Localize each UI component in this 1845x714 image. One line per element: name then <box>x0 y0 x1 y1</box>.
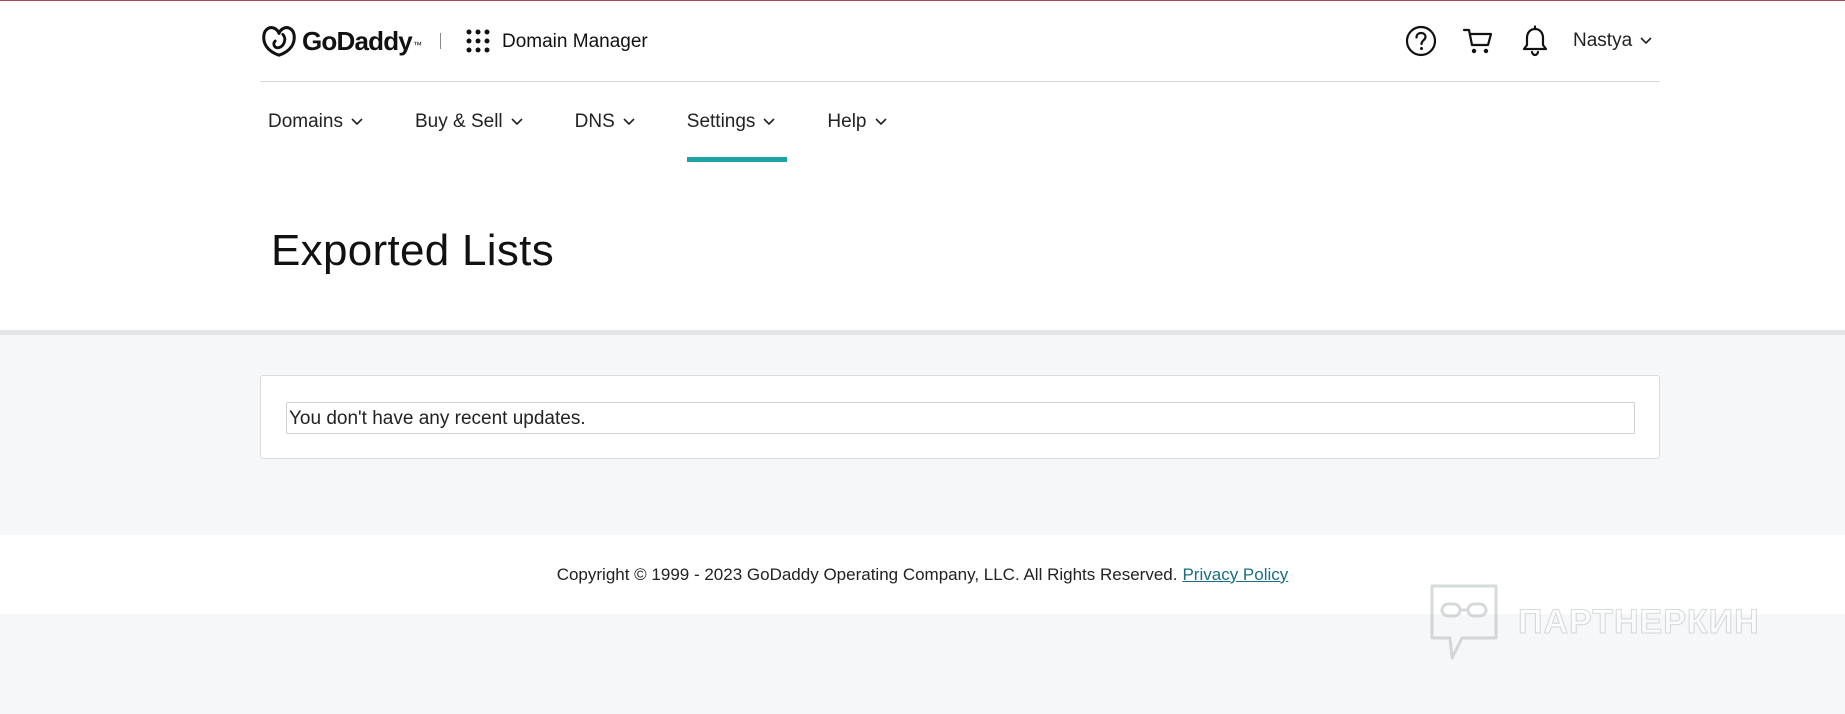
nav-buy-sell[interactable]: Buy & Sell <box>415 82 523 162</box>
app-title[interactable]: Domain Manager <box>502 31 648 53</box>
help-icon[interactable] <box>1405 25 1437 57</box>
nav-label: Help <box>827 111 867 132</box>
nav-label: DNS <box>574 111 615 132</box>
nav-label: Domains <box>268 111 343 132</box>
nav-settings[interactable]: Settings <box>686 82 788 162</box>
watermark-text: ПАРТНЕРКИН <box>1518 602 1760 641</box>
bell-icon[interactable] <box>1521 25 1549 57</box>
user-menu[interactable]: Nastya <box>1573 30 1652 52</box>
brand-logo[interactable]: GoDaddy ™ <box>260 23 422 59</box>
chat-bubble-icon <box>1430 584 1498 660</box>
nav-label: Buy & Sell <box>414 111 503 132</box>
grid-icon[interactable] <box>466 29 490 53</box>
chevron-down-icon <box>1640 37 1652 45</box>
chevron-down-icon <box>511 118 523 126</box>
nav-dns[interactable]: DNS <box>575 82 635 162</box>
chevron-down-icon <box>623 118 635 126</box>
chevron-down-icon <box>351 118 363 126</box>
nav-help[interactable]: Help <box>827 82 887 162</box>
copyright-text: Copyright © 1999 - 2023 GoDaddy Operatin… <box>556 564 1178 584</box>
brand-name: GoDaddy <box>302 25 413 56</box>
top-bar: GoDaddy ™ Domain Manager Nastya <box>260 1 1660 82</box>
page-title: Exported Lists <box>271 226 555 275</box>
chevron-down-icon <box>874 118 887 126</box>
main-nav: Domains Buy & Sell DNS Settings Help <box>268 82 939 162</box>
chevron-down-icon <box>763 118 775 126</box>
empty-state-message: You don't have any recent updates. <box>286 402 1635 434</box>
updates-card: You don't have any recent updates. <box>260 375 1660 459</box>
header-divider <box>440 33 441 49</box>
user-name: Nastya <box>1573 30 1633 51</box>
watermark: ПАРТНЕРКИН <box>1428 582 1760 662</box>
nav-domains[interactable]: Domains <box>268 82 363 162</box>
nav-label: Settings <box>686 111 756 132</box>
cart-icon[interactable] <box>1462 26 1494 56</box>
godaddy-logo-icon <box>262 26 296 57</box>
header: GoDaddy ™ Domain Manager Nastya Domains … <box>0 1 1845 335</box>
privacy-policy-link[interactable]: Privacy Policy <box>1182 565 1288 585</box>
